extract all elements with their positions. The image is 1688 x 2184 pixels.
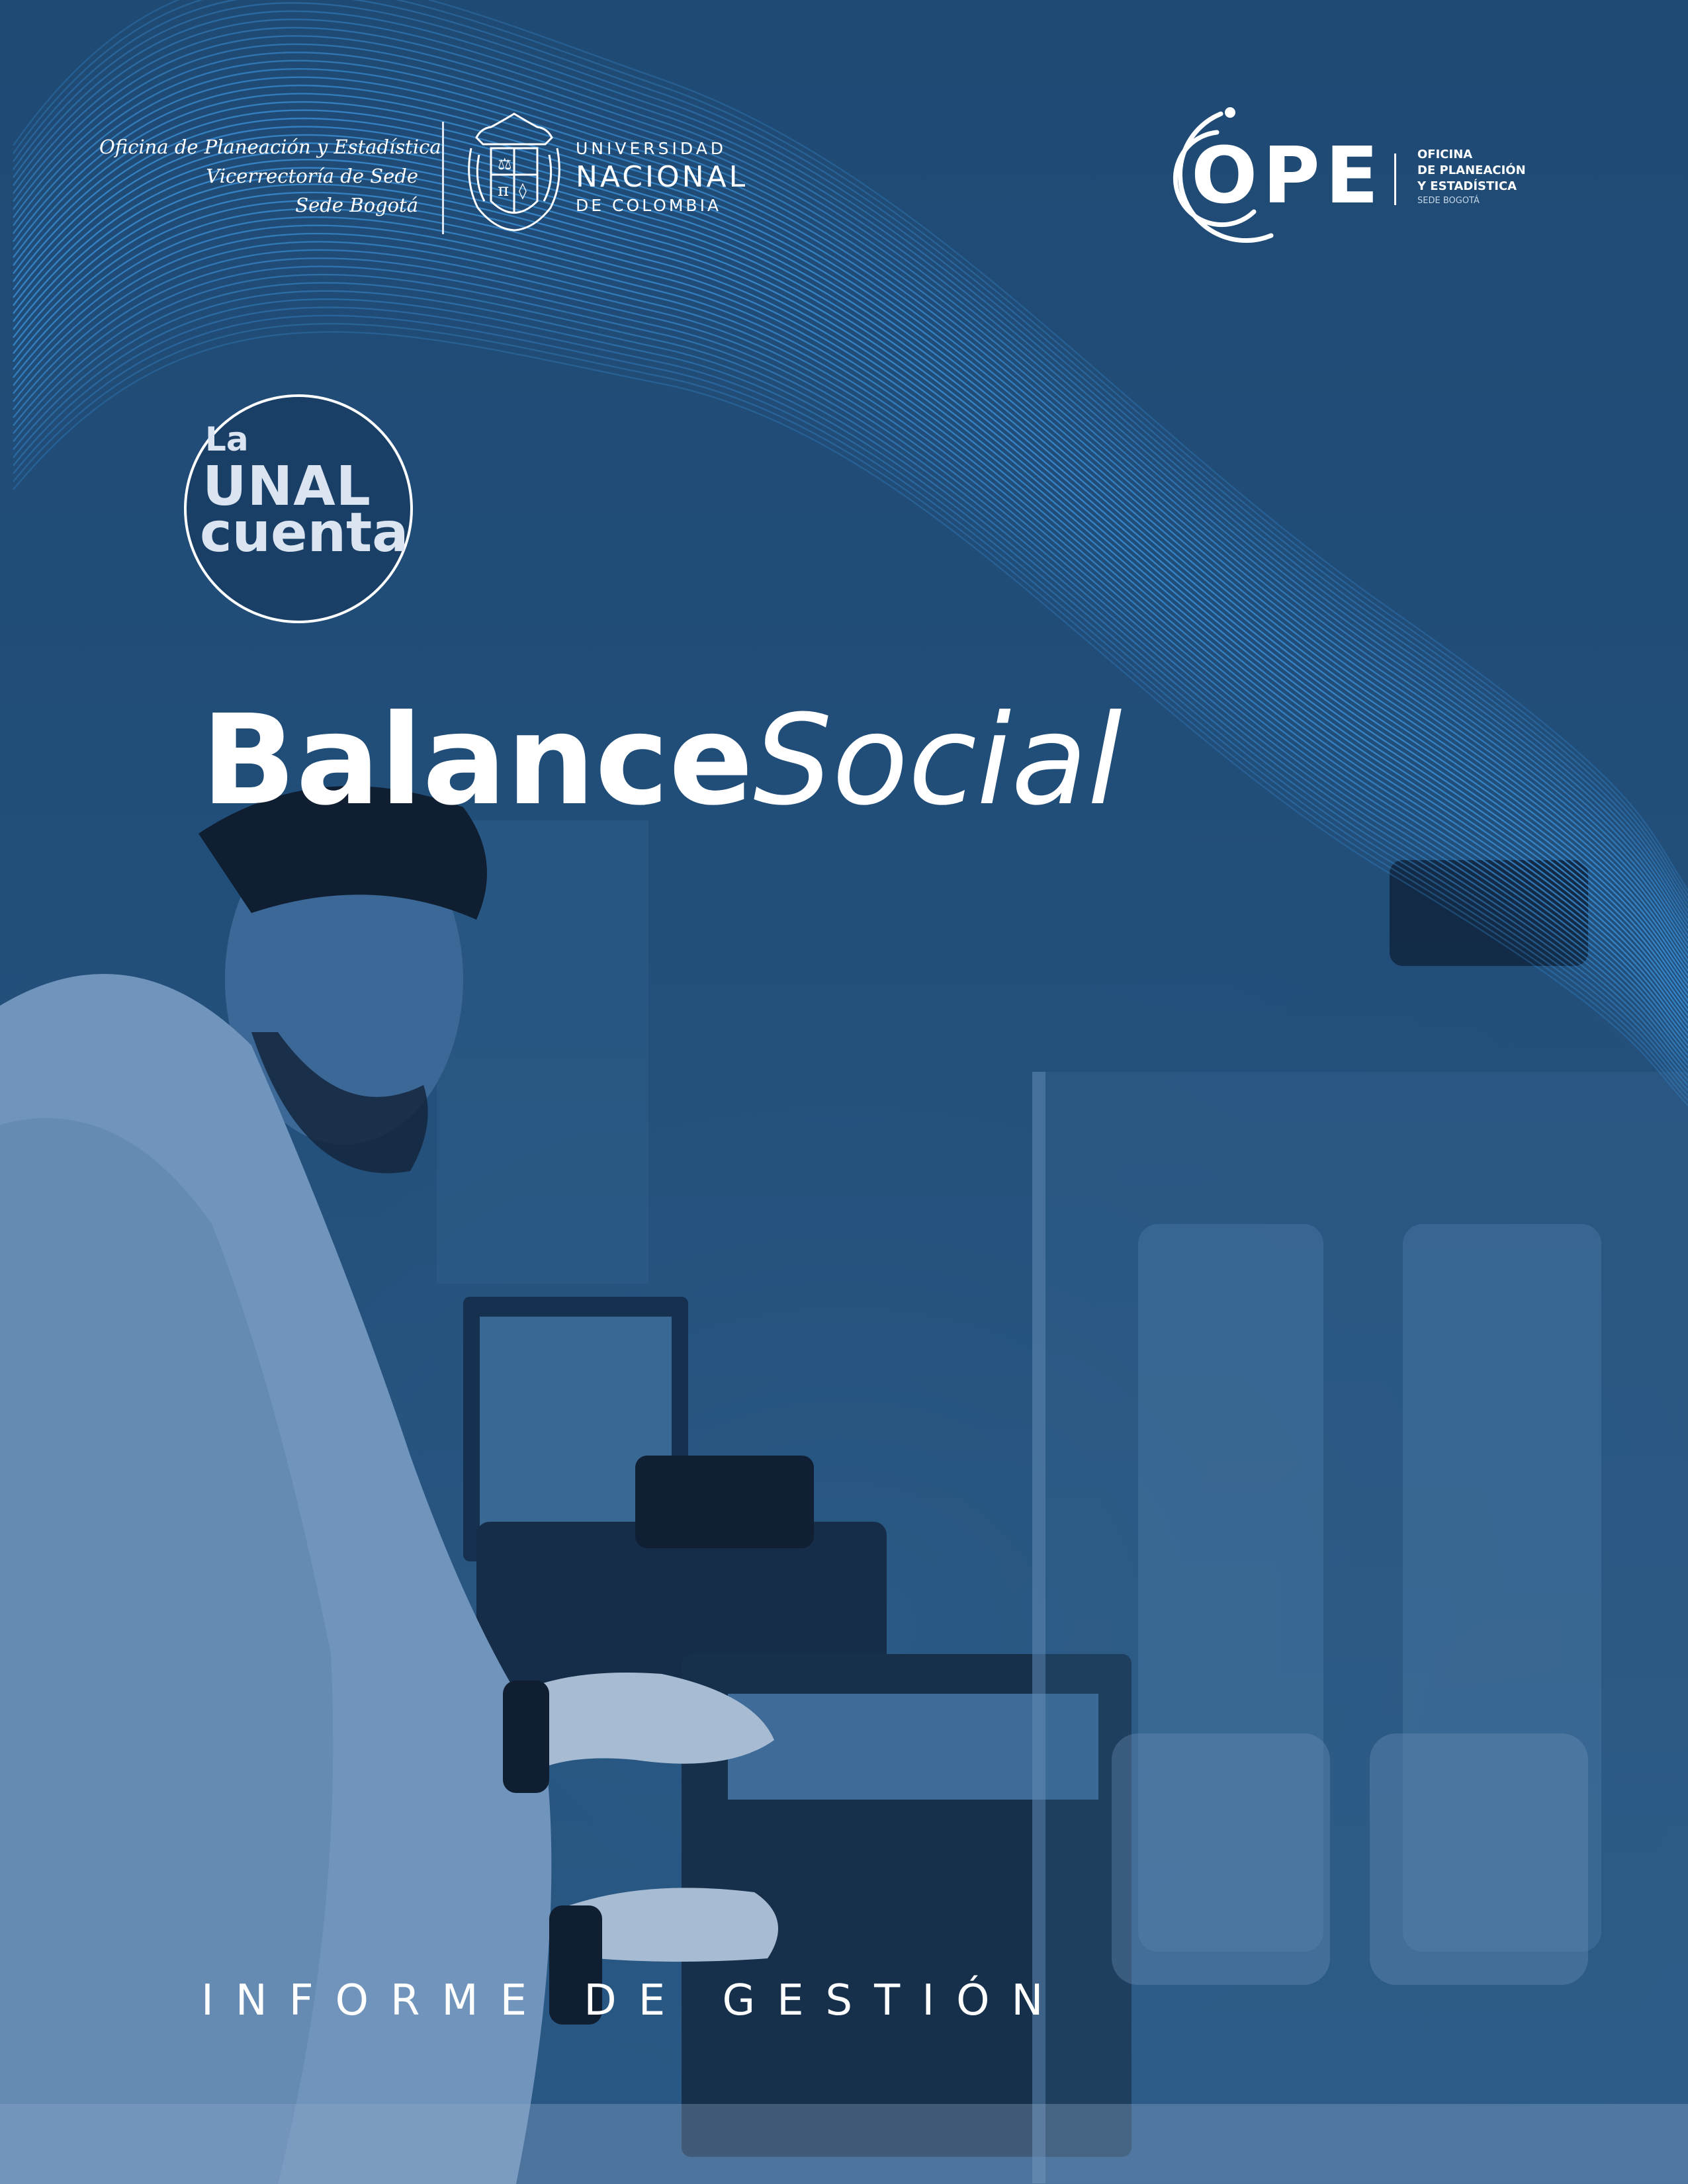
svg-text:◊: ◊ [519, 181, 527, 200]
university-line-2: NACIONAL [576, 160, 748, 194]
svg-text:π: π [498, 181, 509, 200]
wave-line [13, 257, 1688, 1062]
campus-name: Sede Bogotá [295, 194, 418, 216]
ope-divider [1394, 153, 1396, 205]
ope-office-line-3: Y ESTADÍSTICA [1417, 179, 1517, 193]
seal-line-1: La [205, 420, 249, 459]
wave-line [13, 249, 1688, 1057]
report-title: BalanceSocial [201, 688, 1122, 834]
title-bold-part: Balance [201, 688, 754, 833]
university-line-3: DE COLOMBIA [576, 196, 722, 215]
unal-crest-icon: ⚖ π ◊ [468, 112, 560, 232]
office-name: Oficina de Planeación y Estadística [99, 136, 441, 158]
office-block: Oficina de Planeación y Estadística Vice… [99, 132, 441, 220]
university-line-1: UNIVERSIDAD [576, 139, 727, 158]
seal-line-3: cuenta [200, 502, 409, 564]
ope-acronym: OPE [1191, 130, 1384, 221]
university-name: UNIVERSIDAD NACIONAL DE COLOMBIA [576, 138, 801, 217]
title-italic-part: Social [753, 688, 1122, 833]
wave-line [13, 208, 1688, 1032]
report-subtitle: INFORME DE GESTIÓN [201, 1976, 1065, 2025]
report-cover: Oficina de Planeación y Estadística Vice… [0, 0, 1688, 2184]
header-divider [442, 122, 444, 234]
ope-office-line-2: DE PLANEACIÓN [1417, 163, 1526, 177]
ope-office-line-1: OFICINA [1417, 148, 1473, 161]
ope-sede: SEDE BOGOTÁ [1417, 196, 1480, 206]
ope-office-block: OFICINA DE PLANEACIÓN Y ESTADÍSTICA SEDE… [1417, 147, 1550, 208]
vice-rectorate-name: Vicerrectoría de Sede [206, 165, 418, 187]
la-unal-cuenta-seal: La UNAL cuenta [184, 394, 413, 623]
svg-text:⚖: ⚖ [498, 155, 512, 173]
wave-lines-decoration [13, 0, 1688, 1107]
wave-line [13, 241, 1688, 1052]
